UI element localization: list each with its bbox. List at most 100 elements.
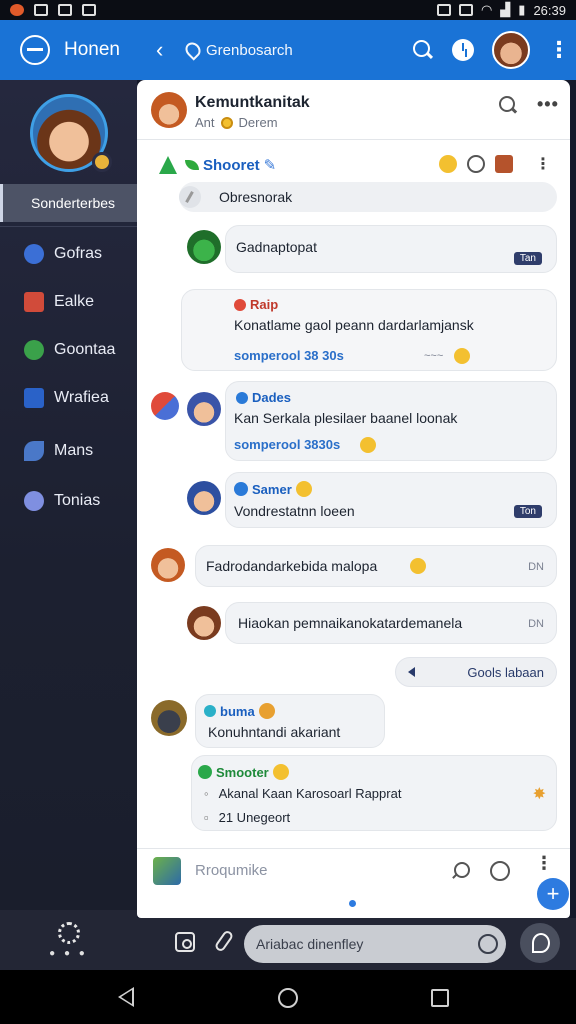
app-notification-icon [10,4,24,16]
message-bubble[interactable]: Raip Konatlame gaol peann dardarlamjansk… [181,289,557,371]
sender-name: Samer [252,481,292,497]
breadcrumb[interactable]: Grenbosarch [182,39,293,61]
message-input-value: Ariabac dinenfley [256,936,364,952]
reply-chip[interactable]: Gools labaan [395,657,557,687]
composer-search-icon[interactable] [451,862,470,880]
message-meta: somperool 3830s [234,437,341,452]
composer-emoji-icon[interactable] [490,861,510,881]
history-icon[interactable] [452,39,474,61]
message-line-1: Akanal Kaan Karosoarl Rapprat [218,786,402,801]
avatar[interactable] [187,230,221,264]
message-badge: Tan [513,252,542,265]
signal-icon: ▟ [500,2,511,17]
chat-search-icon[interactable] [499,96,517,114]
reaction-icon[interactable] [439,155,457,173]
chat-panel: Kemuntkanitak Ant Derem ••• Shooret ✎ ⋮ … [137,80,570,918]
thread-header[interactable]: Shooret ✎ [159,156,276,174]
timer-icon[interactable] [467,155,485,173]
nav-recents-icon[interactable] [431,989,449,1007]
chat-avatar[interactable] [151,92,187,128]
composer-placeholder[interactable]: Rroqumike [195,862,268,879]
chat-status-label: Ant [195,115,215,130]
image-notification-icon [34,4,48,16]
media-thumbnail[interactable] [153,856,181,885]
thread-actions: ⋮ [439,154,551,174]
avatar[interactable] [151,700,187,736]
sender-name: Smooter [216,764,269,780]
sender-name: buma [220,703,255,719]
chat-subtitle-label: Derem [238,115,278,130]
page-indicator [349,900,356,907]
location-icon [182,39,204,61]
message-text: Hiaokan pemnaikanokatardemanela [238,615,463,631]
send-icon[interactable] [520,923,560,963]
chat-header: Kemuntkanitak Ant Derem ••• [137,80,570,140]
sidebar-item-0[interactable]: Gofras [0,236,137,272]
group-avatar[interactable] [151,392,179,420]
sender-badge-icon [198,765,212,779]
back-icon[interactable]: ‹ [156,37,174,63]
emoji-icon [360,437,376,453]
star-icon[interactable]: ✸ [533,784,546,804]
pinned-message[interactable]: Obresnorak [179,182,557,212]
emoji-icon [454,348,470,364]
sidebar-item-3[interactable]: Wrafiea [0,380,137,416]
sender-badge-icon [236,391,248,404]
avatar[interactable] [151,548,185,582]
phone-notification-icon [58,4,72,16]
smile-icon[interactable] [478,934,498,954]
archive-icon[interactable] [495,155,513,173]
reply-label: Gools labaan [467,664,544,680]
attach-icon[interactable] [213,929,235,953]
blocks-icon [24,292,44,312]
app-menu-icon[interactable] [20,35,50,65]
sidebar-item-active[interactable]: Sonderterbes [0,184,137,222]
message-bubble[interactable]: Samer Vondrestatnn loeen Ton [225,472,557,528]
search-icon[interactable] [412,39,434,61]
sidebar-divider [0,226,137,227]
gear-icon[interactable] [57,921,80,944]
sidebar-item-label: Wrafiea [54,389,109,406]
message-line: ◦ Akanal Kaan Karosoarl Rapprat [204,786,401,801]
alarm-icon [436,4,451,16]
message-time: ~~~ [424,350,444,362]
composer-bar: Rroqumike ⋮ [137,848,570,892]
message-bubble[interactable]: buma Konuhntandi akariant [195,694,385,748]
user-avatar[interactable] [492,31,530,69]
emoji-icon [258,703,275,719]
camera-icon[interactable] [175,932,195,952]
sidebar-item-label: Tonias [54,492,101,509]
avatar[interactable] [187,392,221,426]
message-badge: Ton [513,505,542,518]
sidebar-item-2[interactable]: Goontaa [0,332,137,368]
sender-badge-icon [204,705,216,717]
message-bubble[interactable]: Fadrodandarkebida malopa DN [195,545,557,587]
planet-icon [24,244,44,264]
sidebar-item-4[interactable]: Mans [0,433,137,469]
emoji-icon [295,481,312,497]
message-input[interactable]: Ariabac dinenfley [244,925,506,963]
nav-back-icon[interactable] [118,987,134,1007]
sidebar-item-5[interactable]: Tonias [0,483,137,519]
check-notification-icon [82,4,96,16]
message-bubble[interactable]: Hiaokan pemnaikanokatardemanela DN [225,602,557,644]
message-bubble[interactable]: Dades Kan Serkala plesilaer baanel loona… [225,381,557,461]
add-button[interactable]: + [537,878,569,910]
message-bubble[interactable]: Gadnaptopat Tan [225,225,557,273]
message-sender: Samer [234,481,312,497]
message-line: ▫ 21 Unegeort [204,810,290,825]
avatar[interactable] [187,606,221,640]
chat-subtitle: Ant Derem [195,115,278,130]
message-meta: somperool 38 30s [234,348,344,363]
composer-more-icon[interactable]: ⋮ [535,854,553,872]
sidebar-item-1[interactable]: Ealke [0,284,137,320]
message-line-2: 21 Unegeort [218,810,291,825]
message-bubble[interactable]: Smooter ◦ Akanal Kaan Karosoarl Rapprat … [191,755,557,831]
nav-home-icon[interactable] [278,988,298,1008]
sidebar-item-label: Goontaa [54,341,116,358]
thread-more-icon[interactable]: ⋮ [535,154,551,174]
emoji-icon [272,764,289,780]
overflow-menu-icon[interactable]: ⋮ [548,39,570,61]
avatar[interactable] [187,481,221,515]
chat-more-icon[interactable]: ••• [537,94,559,115]
